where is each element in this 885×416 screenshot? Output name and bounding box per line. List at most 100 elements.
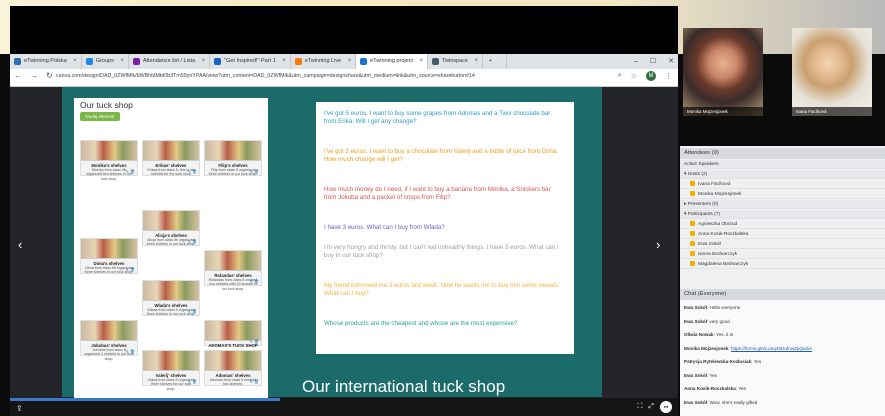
tab-label: Attendance list / Lista: [142, 58, 196, 64]
browser-tab[interactable]: Twinspace ×: [428, 54, 483, 69]
shop-card[interactable]: Valerij' shelves Valerij from class 5 org…: [142, 350, 200, 391]
edit-icon[interactable]: ✎ 🗑: [187, 169, 197, 174]
edit-icon[interactable]: ✎ 🗑: [187, 379, 197, 384]
card-title: Rolandas' shelves: [214, 273, 252, 278]
browser-tab[interactable]: eTwinning Polska ×: [10, 54, 82, 69]
forward-icon[interactable]: →: [30, 71, 38, 80]
menu-dots-icon[interactable]: ⋮: [665, 72, 672, 80]
canva-viewer: ‹ › Our tuck shop Dodaj element Monika's…: [10, 87, 678, 403]
share-icon[interactable]: ⇪: [16, 404, 23, 413]
hosts-group[interactable]: ▾ Hosts (2): [680, 170, 885, 179]
zoom-icon[interactable]: ⌕: [618, 72, 622, 80]
tab-strip: eTwinning Polska × Groups × Attendance list …: [10, 54, 678, 69]
minimize-icon[interactable]: –: [634, 54, 638, 69]
shelf-image: [205, 351, 261, 371]
chat-message: Ewa Sokół: Hello everyone: [684, 305, 741, 310]
participant-row[interactable]: Agnieszka Obrzud: [680, 220, 885, 229]
participant-row[interactable]: Ewa Sokół: [680, 240, 885, 249]
chat-author: Ewa Sokół: [684, 305, 707, 310]
bookmark-star-icon[interactable]: ☆: [631, 72, 637, 80]
browser-tab[interactable]: Attendance list / Lista ×: [129, 54, 211, 69]
shop-card[interactable]: Dima's shelves Dima from class 6b organiz…: [80, 238, 138, 274]
chat-message: Ewa Sokół: Wow, she's really gifted: [684, 399, 758, 405]
active-speakers-row[interactable]: Active Speakers: [680, 160, 885, 169]
canva-logo-icon[interactable]: ●●: [660, 401, 672, 413]
edit-icon[interactable]: ✎ 🗑: [125, 267, 135, 272]
presenters-group[interactable]: ▸ Presenters (0): [680, 200, 885, 209]
shop-card[interactable]: Filip's shelves Filip from class 5 organi…: [204, 140, 262, 176]
url-field[interactable]: canva.com/design/DAD_0ZWfMlk/bWBhtdMtd0b…: [56, 73, 596, 79]
browser-tab[interactable]: eTwinning project ×: [356, 54, 428, 69]
card-title: Erikas' shelves: [155, 163, 187, 168]
participant-row[interactable]: Magdalena Bednarczyk: [680, 260, 885, 269]
shop-card[interactable]: Monika's shelves Monika from class 5b org…: [80, 140, 138, 181]
edit-icon[interactable]: ✎ 🗑: [249, 169, 259, 174]
profile-avatar[interactable]: M: [646, 71, 656, 81]
browser-window: eTwinning Polska × Groups × Attendance list …: [10, 54, 678, 87]
chat-message: Anna Kosik-Roczkalska: Yes: [684, 386, 746, 391]
edit-icon[interactable]: ✎ 🗑: [125, 169, 135, 174]
tab-favicon-icon: [294, 58, 302, 65]
question-text: I've got 5 euros. I want to buy some gra…: [324, 110, 551, 125]
fullscreen-icon[interactable]: ⛶: [637, 403, 642, 411]
participant-row[interactable]: Iwona Bednarczyk: [680, 250, 885, 259]
edit-icon[interactable]: ✎ 🗑: [187, 239, 197, 244]
shop-card[interactable]: Wlada's shelves Wlada from class 5 organi…: [142, 280, 200, 316]
video-tile-host[interactable]: Monika Mojzesjonek: [683, 28, 763, 116]
user-icon: [690, 190, 695, 196]
tab-label: Groups: [95, 58, 114, 64]
shop-card[interactable]: Erikas' shelves Erikas from class 5, this…: [142, 140, 200, 176]
shop-card[interactable]: Rolandas' shelves Rolandas from class 5 c…: [204, 250, 262, 291]
close-icon[interactable]: ✕: [668, 54, 674, 69]
tab-close-icon[interactable]: ×: [348, 54, 352, 69]
tab-close-icon[interactable]: ×: [73, 54, 77, 69]
shop-card[interactable]: Jokubas' shelves Jokubas from class 5 org…: [80, 320, 138, 361]
user-icon: [690, 220, 695, 226]
host-row[interactable]: Ivana Fäcíková: [680, 180, 885, 189]
participant-row[interactable]: Anna Kosik-Roczkalska: [680, 230, 885, 239]
add-element-button[interactable]: Dodaj element: [80, 112, 120, 121]
shop-card[interactable]: Alicja's shelves Alicja from class 5b org…: [142, 210, 200, 246]
edit-icon[interactable]: ✎ 🗑: [187, 309, 197, 314]
edit-icon[interactable]: ✎ 🗑: [249, 279, 259, 284]
user-icon: [690, 250, 695, 256]
expand-icon[interactable]: ⤢: [648, 403, 654, 411]
tab-label: "Get Inspired!" Part 1: [224, 58, 276, 64]
shelf-image: [143, 211, 199, 231]
chat-link[interactable]: https://forms.gle/LUoq4bDufnwZpQiubA: [731, 346, 812, 351]
shelf-image: [205, 321, 261, 341]
edit-icon[interactable]: ✎ 🗑: [125, 349, 135, 354]
tab-close-icon[interactable]: ×: [202, 54, 206, 69]
shelf-image: [143, 351, 199, 371]
chat-text: Yes: [709, 372, 717, 378]
edit-icon[interactable]: ✎ 🗑: [249, 339, 259, 344]
card-title: Monika's shelves: [91, 163, 127, 168]
reload-icon[interactable]: ↻: [46, 71, 53, 80]
new-tab-button[interactable]: +: [483, 54, 508, 69]
tab-close-icon[interactable]: ×: [120, 54, 124, 69]
back-icon[interactable]: ←: [14, 71, 22, 80]
next-slide-icon[interactable]: ›: [656, 237, 660, 252]
screen: eTwinning Polska × Groups × Attendance list …: [0, 0, 885, 416]
browser-tab[interactable]: Groups ×: [82, 54, 129, 69]
padlet-board: Our tuck shop Dodaj element Monika's she…: [74, 98, 268, 398]
tab-favicon-icon: [132, 58, 140, 65]
previous-slide-icon[interactable]: ‹: [18, 237, 22, 252]
tab-close-icon[interactable]: ×: [474, 54, 478, 69]
host-row[interactable]: Monika Mojzesjonek: [680, 190, 885, 199]
tab-close-icon[interactable]: ×: [419, 54, 423, 69]
shop-card[interactable]: Adomas' shelves Adomas from class 5 creat…: [204, 350, 262, 386]
attendee-name: Anna Kosik-Roczkalska: [698, 232, 749, 237]
slide-caption: Our international tuck shop: [302, 377, 506, 396]
participants-group[interactable]: ▾ Participants (7): [680, 210, 885, 219]
video-tile-guest[interactable]: Ivana Fäcíková: [792, 28, 872, 116]
tab-close-icon[interactable]: ×: [282, 54, 286, 69]
card-title: Filip's shelves: [218, 163, 248, 168]
chat-text: Yes: [753, 359, 762, 364]
browser-tab[interactable]: "Get Inspired!" Part 1 ×: [210, 54, 291, 69]
shop-card[interactable]: ADOMAS'S TUCK SHOP ✎ 🗑: [204, 320, 262, 348]
slide-progress-bar: [10, 398, 280, 401]
browser-tab[interactable]: eTwinning Live ×: [291, 54, 357, 69]
maximize-icon[interactable]: ☐: [650, 54, 656, 69]
edit-icon[interactable]: ✎ 🗑: [249, 379, 259, 384]
